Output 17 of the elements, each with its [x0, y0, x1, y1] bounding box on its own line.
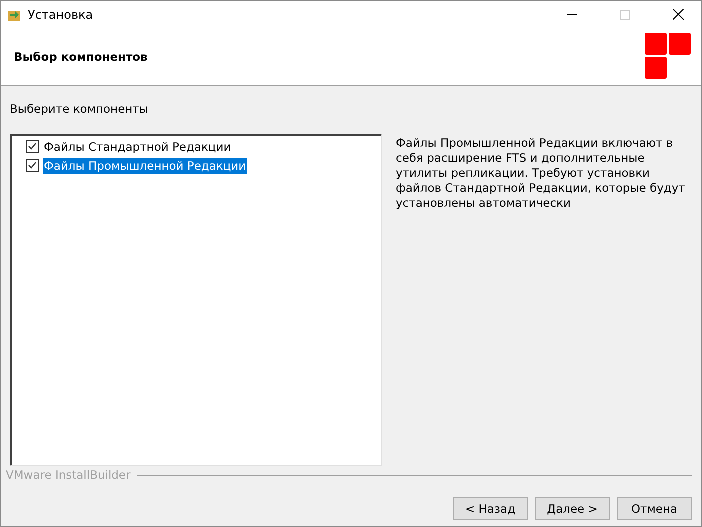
maximize-icon [620, 10, 630, 20]
checkbox[interactable] [26, 140, 39, 153]
component-description: Файлы Промышленной Редакции включают в себя расширение FTS и дополнительные утилиты репликации. Требуют установки файлов Стандартной Редакции, которые будут установлены автоматически [396, 136, 686, 212]
check-icon [28, 161, 37, 170]
page-title: Выбор компонентов [14, 50, 148, 64]
component-item[interactable]: Файлы Промышленной Редакции [43, 158, 248, 174]
logo-icon [645, 32, 693, 80]
wizard-button[interactable]: Отмена [617, 497, 692, 520]
branding-label: VMware InstallBuilder [6, 468, 131, 482]
prompt-label: Выберите компоненты [10, 102, 148, 116]
check-icon [28, 142, 37, 151]
window-title: Установка [28, 8, 94, 22]
close-icon [672, 9, 684, 20]
wizard-button[interactable]: < Назад [453, 497, 528, 520]
checkbox[interactable] [26, 159, 39, 172]
wizard-button[interactable]: Далее > [535, 497, 610, 520]
component-item[interactable]: Файлы Стандартной Редакции [43, 138, 232, 154]
